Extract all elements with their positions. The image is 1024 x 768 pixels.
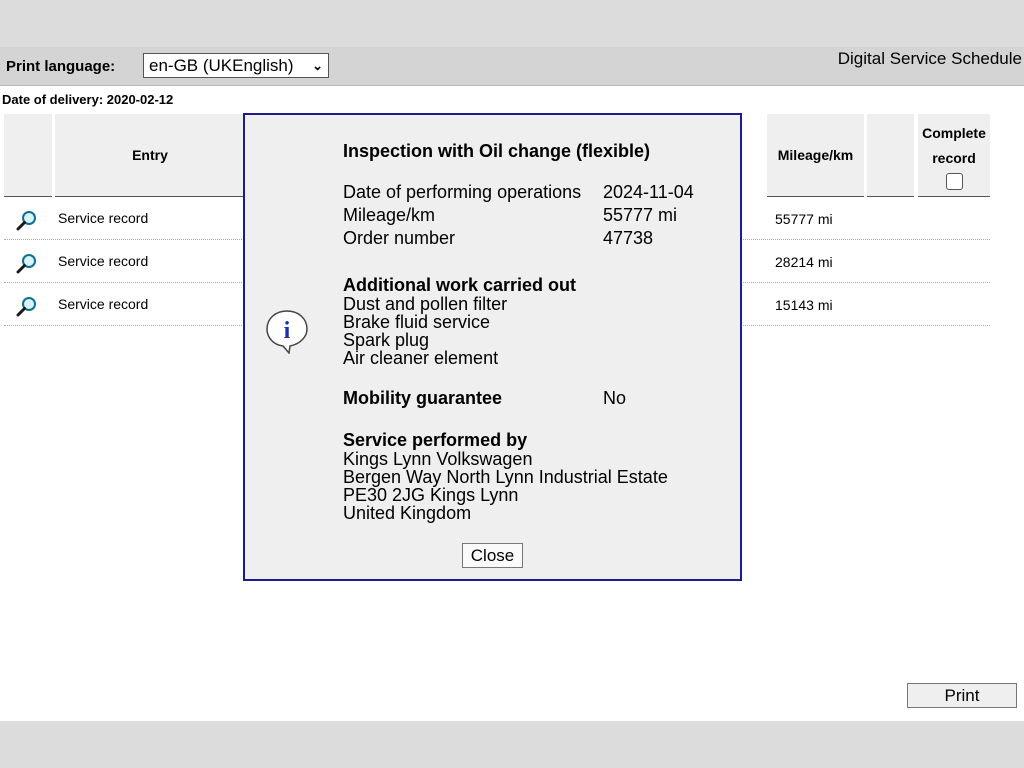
print-language-value: en-GB (UKEnglish) <box>149 56 294 75</box>
service-by-address: Kings Lynn Volkswagen Bergen Way North L… <box>343 450 668 522</box>
row-mileage: 28214 mi <box>775 254 833 270</box>
delivery-date: Date of delivery: 2020-02-12 <box>2 92 174 107</box>
complete-record-checkbox[interactable] <box>945 172 963 190</box>
magnifier-icon[interactable] <box>16 295 38 322</box>
magnifier-icon[interactable] <box>16 209 38 236</box>
field-label: Date of performing operations <box>343 182 582 202</box>
additional-work-item: Dust and pollen filter <box>343 294 508 314</box>
header-cell-entry: Entry <box>55 114 245 197</box>
service-by-title: Service performed by <box>343 430 528 450</box>
field-value: 47738 <box>603 228 654 248</box>
dialog-title: Inspection with Oil change (flexible) <box>343 141 651 161</box>
row-entry: Service record <box>58 296 149 312</box>
print-language-label: Print language: <box>6 58 116 75</box>
field-date: Date of performing operations 2024-11-04 <box>343 181 694 204</box>
row-entry: Service record <box>58 210 149 226</box>
complete-record-label-1: Complete <box>922 124 986 141</box>
mobility-guarantee: Mobility guarantee No <box>343 387 626 410</box>
chevron-down-icon: ⌄ <box>312 58 323 73</box>
magnifier-icon[interactable] <box>16 252 38 279</box>
row-entry: Service record <box>58 253 149 269</box>
row-mileage: 15143 mi <box>775 297 833 313</box>
row-mileage: 55777 mi <box>775 211 833 227</box>
field-label: Mileage/km <box>343 205 436 225</box>
field-label: Order number <box>343 228 456 248</box>
address-line: United Kingdom <box>343 503 472 523</box>
additional-work-list: Dust and pollen filter Brake fluid servi… <box>343 295 507 367</box>
header-cell-view <box>4 114 52 197</box>
address-line: Bergen Way North Lynn Industrial Estate <box>343 467 668 487</box>
field-mileage: Mileage/km 55777 mi <box>343 204 677 227</box>
service-record-dialog: i Inspection with Oil change (flexible) … <box>243 113 742 581</box>
header-cell-complete-record: Complete record <box>918 114 990 197</box>
header-cell-blank <box>867 114 914 197</box>
mobility-value: No <box>603 388 627 408</box>
field-value: 2024-11-04 <box>603 182 694 202</box>
close-button[interactable]: Close <box>462 543 523 568</box>
additional-work-item: Spark plug <box>343 330 430 350</box>
header-cell-mileage: Mileage/km <box>767 114 864 197</box>
address-line: PE30 2JG Kings Lynn <box>343 485 519 505</box>
print-language-select[interactable]: en-GB (UKEnglish) ⌄ <box>143 53 329 78</box>
mobility-label: Mobility guarantee <box>343 388 503 408</box>
additional-work-item: Brake fluid service <box>343 312 491 332</box>
field-value: 55777 mi <box>603 205 678 225</box>
app-title: Digital Service Schedule <box>837 49 1022 68</box>
top-bar: Print language: en-GB (UKEnglish) ⌄ Digi… <box>0 47 1024 86</box>
info-icon: i <box>265 308 311 359</box>
address-line: Kings Lynn Volkswagen <box>343 449 533 469</box>
field-order-number: Order number 47738 <box>343 227 653 250</box>
complete-record-label-2: record <box>932 149 976 166</box>
svg-text:i: i <box>284 318 291 344</box>
additional-work-title: Additional work carried out <box>343 275 577 295</box>
print-button[interactable]: Print <box>907 683 1017 708</box>
additional-work-item: Air cleaner element <box>343 348 499 368</box>
